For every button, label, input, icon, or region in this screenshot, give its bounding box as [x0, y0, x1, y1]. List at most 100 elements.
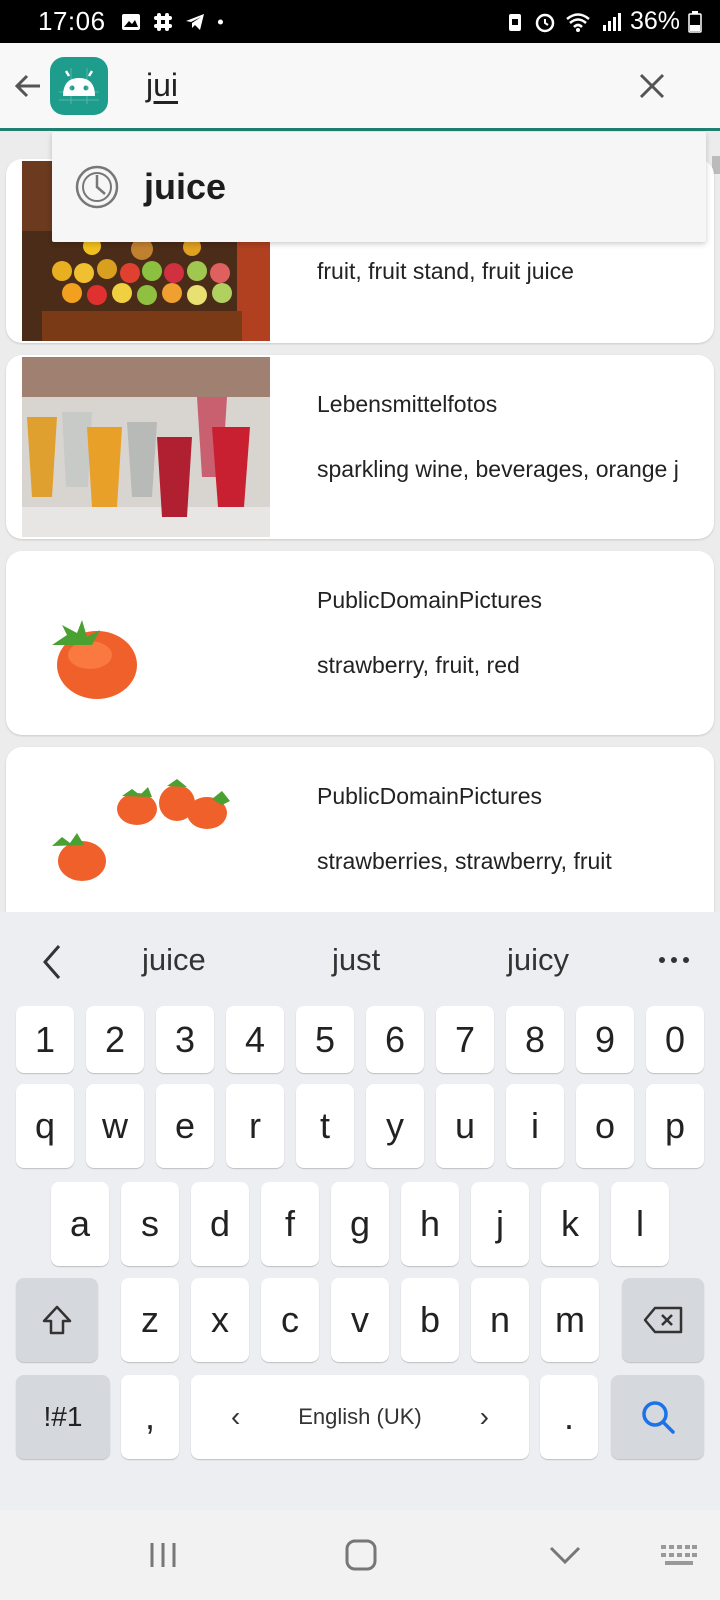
strawberry-image [22, 555, 270, 735]
key-5[interactable]: 5 [296, 1006, 354, 1073]
result-tags: sparkling wine, beverages, orange j [317, 456, 679, 482]
key-o[interactable]: o [576, 1084, 634, 1168]
key-f[interactable]: f [261, 1182, 319, 1266]
key-l[interactable]: l [611, 1182, 669, 1266]
key-y[interactable]: y [366, 1084, 424, 1168]
key-c[interactable]: c [261, 1278, 319, 1362]
search-icon [641, 1401, 675, 1434]
close-icon [639, 73, 665, 98]
space-key[interactable]: ‹ English (UK) › [191, 1375, 529, 1459]
search-key[interactable] [611, 1375, 704, 1459]
status-bar: 17:06 36% [0, 0, 720, 43]
result-card[interactable]: Lebensmittelfotos sparkling wine, bevera… [6, 355, 714, 539]
key-3[interactable]: 3 [156, 1006, 214, 1073]
key-n[interactable]: n [471, 1278, 529, 1362]
key-w[interactable]: w [86, 1084, 144, 1168]
result-tags: strawberry, fruit, red [317, 652, 520, 678]
search-input[interactable]: jui [146, 67, 178, 104]
result-source: PublicDomainPictures [317, 587, 542, 613]
key-e[interactable]: e [156, 1084, 214, 1168]
key-p[interactable]: p [646, 1084, 704, 1168]
signal-icon [602, 12, 621, 31]
battery-saver-icon [508, 13, 521, 31]
result-card[interactable]: PublicDomainPictures strawberry, fruit, … [6, 551, 714, 735]
battery-percent: 36% [629, 7, 680, 35]
strawberries-image [22, 751, 270, 912]
wifi-icon [566, 12, 590, 32]
key-i[interactable]: i [506, 1084, 564, 1168]
chevron-left-icon [43, 945, 61, 979]
key-k[interactable]: k [541, 1182, 599, 1266]
back-button[interactable] [6, 56, 50, 116]
key-b[interactable]: b [401, 1278, 459, 1362]
key-t[interactable]: t [296, 1084, 354, 1168]
key-d[interactable]: d [191, 1182, 249, 1266]
recents-button[interactable] [138, 1532, 188, 1578]
comma-key[interactable]: , [121, 1375, 179, 1459]
period-key[interactable]: . [540, 1375, 598, 1459]
search-app-bar: jui [0, 43, 720, 131]
key-8[interactable]: 8 [506, 1006, 564, 1073]
recents-icon [150, 1543, 176, 1567]
result-source: PublicDomainPictures [317, 783, 542, 809]
space-language-label: English (UK) [298, 1404, 422, 1429]
keyboard: juice just juicy 1 2 3 4 5 6 7 8 9 0 q w… [0, 912, 720, 1510]
slack-icon [153, 12, 172, 31]
back-down-icon [549, 1546, 581, 1565]
key-j[interactable]: j [471, 1182, 529, 1266]
battery-icon [688, 10, 702, 33]
key-s[interactable]: s [121, 1182, 179, 1266]
suggestion-text: juice [144, 166, 227, 207]
key-z[interactable]: z [121, 1278, 179, 1362]
key-6[interactable]: 6 [366, 1006, 424, 1073]
dot-icon [217, 18, 223, 25]
language-next-arrow: › [479, 1401, 489, 1432]
alarm-icon [535, 13, 555, 32]
key-m[interactable]: m [541, 1278, 599, 1362]
key-v[interactable]: v [331, 1278, 389, 1362]
key-9[interactable]: 9 [576, 1006, 634, 1073]
key-0[interactable]: 0 [646, 1006, 704, 1073]
key-4[interactable]: 4 [226, 1006, 284, 1073]
android-app-icon [50, 56, 108, 115]
key-x[interactable]: x [191, 1278, 249, 1362]
language-prev-arrow: ‹ [231, 1401, 241, 1432]
search-suggestion[interactable]: juice [52, 132, 706, 242]
key-h[interactable]: h [401, 1182, 459, 1266]
key-2[interactable]: 2 [86, 1006, 144, 1073]
result-source: Lebensmittelfotos [317, 391, 498, 417]
home-button[interactable] [336, 1532, 386, 1578]
result-tags: strawberries, strawberry, fruit [317, 848, 612, 874]
key-q[interactable]: q [16, 1084, 74, 1168]
history-icon [75, 165, 119, 209]
keyboard-icon [661, 1545, 697, 1565]
status-time: 17:06 [38, 6, 106, 36]
results-list[interactable]: fruit, fruit stand, fruit juice Lebensmi [0, 134, 720, 912]
gallery-icon [121, 13, 140, 30]
more-options-button[interactable] [654, 940, 694, 980]
key-a[interactable]: a [51, 1182, 109, 1266]
backspace-icon [643, 1306, 683, 1334]
prediction-2[interactable]: just [332, 942, 380, 978]
key-7[interactable]: 7 [436, 1006, 494, 1073]
prediction-3[interactable]: juicy [507, 942, 569, 978]
system-nav-bar [0, 1510, 720, 1600]
prediction-1[interactable]: juice [142, 942, 206, 978]
hide-keyboard-button[interactable] [540, 1532, 590, 1578]
key-u[interactable]: u [436, 1084, 494, 1168]
home-icon [345, 1539, 377, 1571]
key-1[interactable]: 1 [16, 1006, 74, 1073]
symbols-key[interactable]: !#1 [16, 1375, 110, 1459]
backspace-key[interactable] [622, 1278, 704, 1362]
arrow-back-icon [14, 74, 40, 97]
clear-search-button[interactable] [632, 66, 672, 106]
result-card[interactable]: PublicDomainPictures strawberries, straw… [6, 747, 714, 912]
key-r[interactable]: r [226, 1084, 284, 1168]
sparkling-wine-image [22, 357, 270, 537]
keyboard-switch-button[interactable] [654, 1532, 704, 1578]
shift-key[interactable] [16, 1278, 98, 1362]
prediction-bar: juice just juicy [0, 912, 720, 1012]
key-g[interactable]: g [331, 1182, 389, 1266]
collapse-predictions-button[interactable] [22, 932, 82, 992]
telegram-icon [185, 13, 204, 30]
